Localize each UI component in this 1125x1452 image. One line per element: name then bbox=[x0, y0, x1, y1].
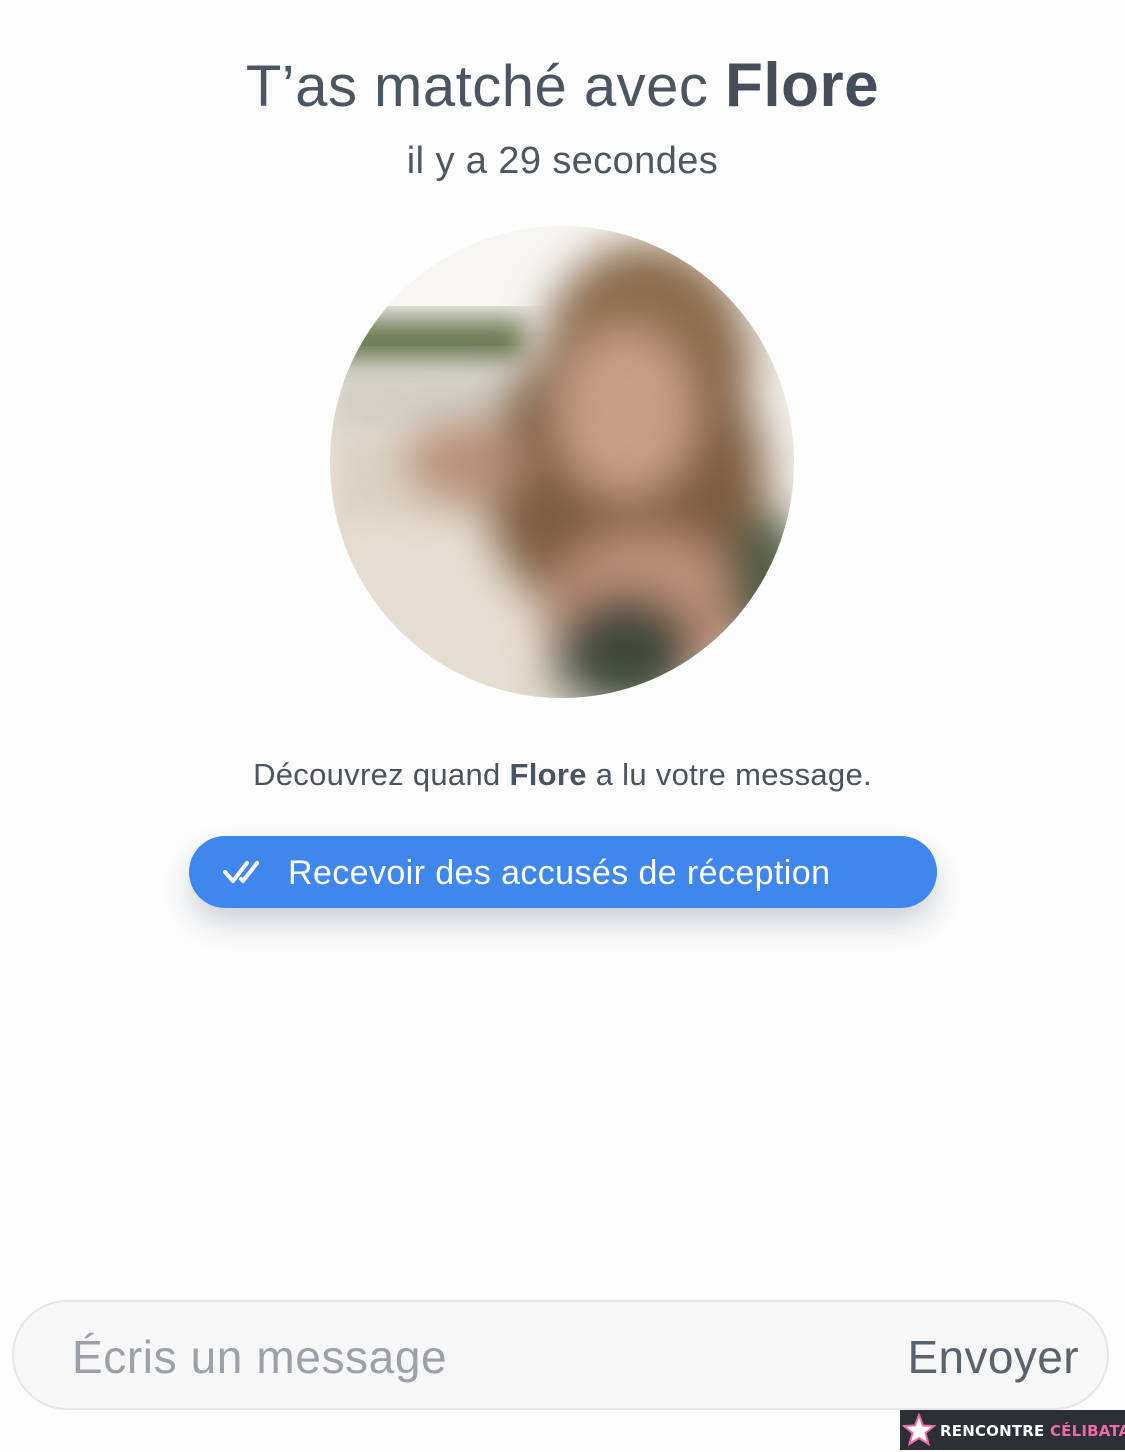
send-button[interactable]: Envoyer bbox=[907, 1302, 1079, 1408]
match-title: T’as matché avec Flore bbox=[0, 50, 1125, 123]
match-title-prefix: T’as matché avec bbox=[245, 54, 709, 119]
watermark-logo: RENCONTRE CÉLIBATAIRE bbox=[900, 1410, 1125, 1450]
receipts-prompt: Découvrez quand Flore a lu votre message… bbox=[0, 755, 1125, 795]
receipts-prompt-name: Flore bbox=[509, 757, 587, 792]
match-avatar[interactable] bbox=[326, 222, 798, 702]
match-name: Flore bbox=[725, 51, 880, 120]
avatar-photo bbox=[330, 226, 794, 698]
watermark-text-part2: CÉLIBATAIRE bbox=[1049, 1422, 1125, 1440]
read-receipts-button-label: Recevoir des accusés de réception bbox=[288, 854, 831, 892]
receipts-prompt-suffix: a lu votre message. bbox=[595, 757, 872, 792]
star-icon bbox=[902, 1413, 936, 1447]
message-composer: Écris un message Envoyer bbox=[12, 1300, 1109, 1410]
read-receipts-button[interactable]: Recevoir des accusés de réception bbox=[189, 836, 937, 908]
receipts-prompt-prefix: Découvrez quand bbox=[253, 757, 501, 792]
watermark-text: RENCONTRE CÉLIBATAIRE bbox=[940, 1410, 1125, 1450]
double-check-icon bbox=[223, 861, 259, 883]
message-input[interactable]: Écris un message bbox=[72, 1302, 852, 1408]
match-time: il y a 29 secondes bbox=[406, 140, 719, 182]
watermark-text-part1: RENCONTRE bbox=[940, 1422, 1045, 1440]
